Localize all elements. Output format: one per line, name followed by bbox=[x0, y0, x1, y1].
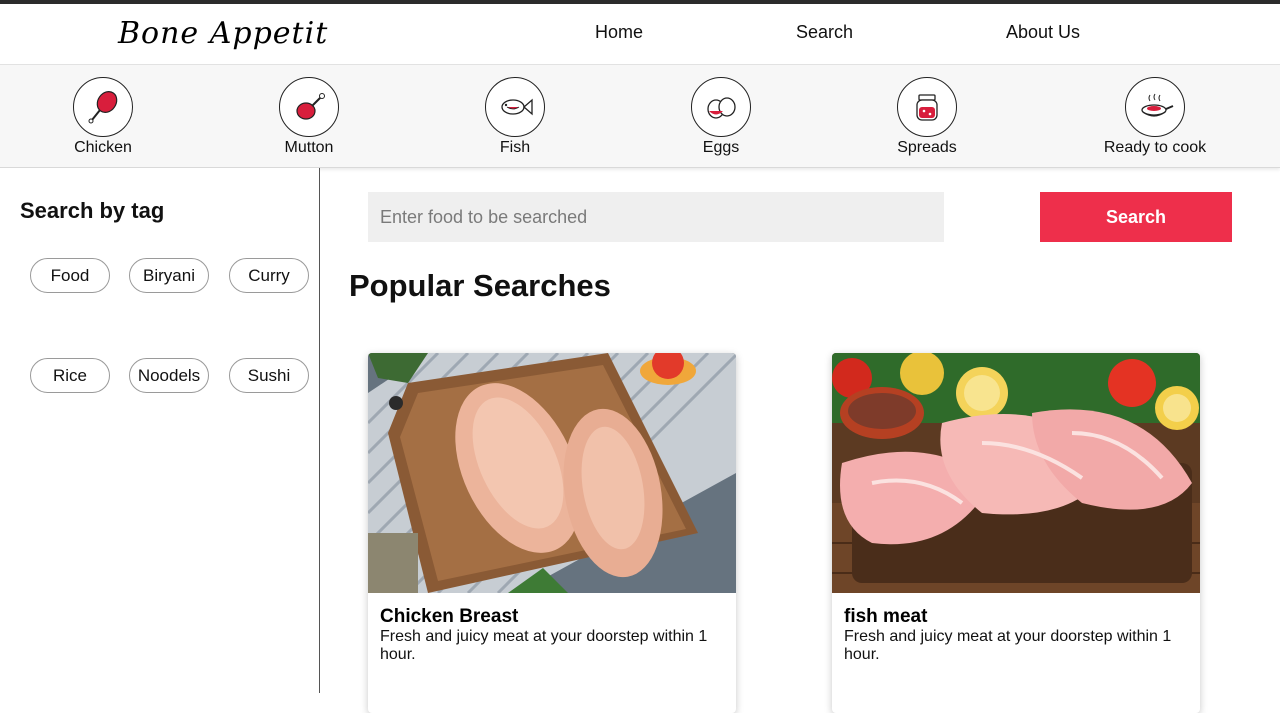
tag-noodels[interactable]: Noodels bbox=[129, 358, 209, 393]
tag-curry[interactable]: Curry bbox=[229, 258, 309, 293]
category-ready-to-cook[interactable]: Ready to cook bbox=[1095, 77, 1215, 157]
tag-sushi[interactable]: Sushi bbox=[229, 358, 309, 393]
tag-food[interactable]: Food bbox=[30, 258, 110, 293]
product-card-chicken-breast[interactable]: Chicken Breast Fresh and juicy meat at y… bbox=[368, 353, 736, 713]
product-title: fish meat bbox=[844, 606, 928, 627]
category-label: Chicken bbox=[74, 139, 132, 156]
category-fish[interactable]: Fish bbox=[455, 77, 575, 157]
site-header: Bone Appetit Home Search About Us bbox=[0, 4, 1280, 65]
category-label: Mutton bbox=[284, 139, 334, 156]
category-label: Ready to cook bbox=[1103, 139, 1207, 156]
tag-biryani[interactable]: Biryani bbox=[129, 258, 209, 293]
category-mutton[interactable]: Mutton bbox=[249, 77, 369, 157]
category-chicken[interactable]: Chicken bbox=[43, 77, 163, 157]
category-label: Fish bbox=[499, 139, 531, 156]
category-label: Spreads bbox=[897, 139, 957, 156]
chicken-leg-icon bbox=[73, 77, 133, 137]
nav-home-link[interactable]: Home bbox=[595, 22, 643, 43]
category-spreads[interactable]: Spreads bbox=[867, 77, 987, 157]
eggs-icon bbox=[691, 77, 751, 137]
product-title: Chicken Breast bbox=[380, 606, 519, 627]
product-description: Fresh and juicy meat at your doorstep wi… bbox=[380, 628, 708, 663]
food-search-input[interactable] bbox=[368, 192, 944, 242]
category-label: Eggs bbox=[702, 139, 740, 156]
nav-search-link[interactable]: Search bbox=[796, 22, 853, 43]
sidebar-title: Search by tag bbox=[20, 198, 165, 223]
category-bar: Chicken Mutton Fish Eggs Spreads Ready t… bbox=[0, 65, 1280, 168]
popular-searches-title: Popular Searches bbox=[349, 268, 611, 303]
product-card-fish-meat[interactable]: fish meat Fresh and juicy meat at your d… bbox=[832, 353, 1200, 713]
category-eggs[interactable]: Eggs bbox=[661, 77, 781, 157]
tag-rice[interactable]: Rice bbox=[30, 358, 110, 393]
chicken-breast-image bbox=[368, 353, 736, 593]
mutton-icon bbox=[279, 77, 339, 137]
fish-meat-image bbox=[832, 353, 1200, 593]
search-button[interactable]: Search bbox=[1040, 192, 1232, 242]
fish-icon bbox=[485, 77, 545, 137]
pan-icon bbox=[1125, 77, 1185, 137]
tag-sidebar: Search by tag Food Biryani Curry Rice No… bbox=[0, 168, 320, 693]
brand-logo[interactable]: Bone Appetit bbox=[118, 14, 328, 54]
product-description: Fresh and juicy meat at your doorstep wi… bbox=[844, 628, 1172, 663]
jar-icon bbox=[897, 77, 957, 137]
nav-about-link[interactable]: About Us bbox=[1006, 22, 1080, 43]
